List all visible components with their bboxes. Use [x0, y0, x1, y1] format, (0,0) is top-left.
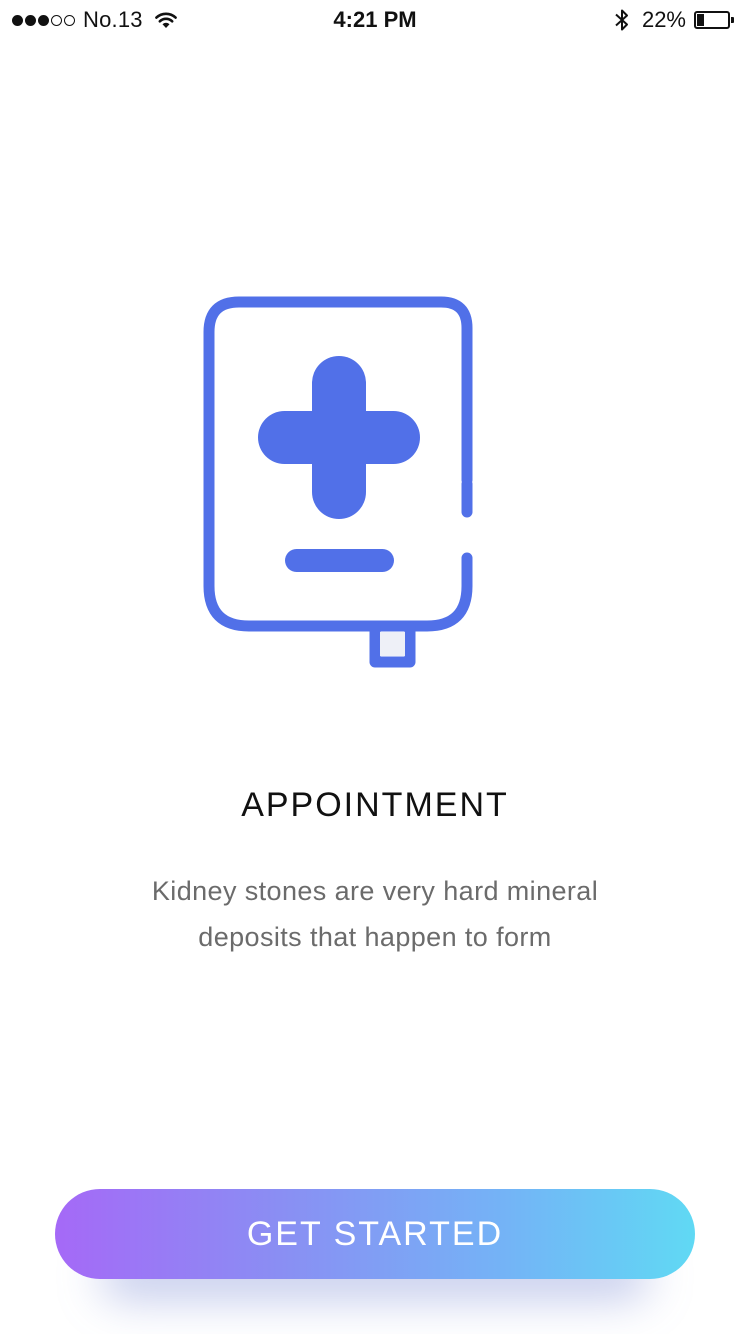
battery-percentage: 22%: [641, 7, 686, 32]
medical-book-illustration: [195, 290, 485, 680]
bluetooth-icon: [615, 9, 628, 31]
onboarding-description: Kidney stones are very hard mineral depo…: [151, 876, 599, 952]
status-bar: No.13 4:21 PM 22%: [0, 0, 750, 40]
battery-icon: [694, 11, 734, 29]
get-started-button[interactable]: GET STARTED: [55, 1189, 695, 1279]
battery-level-fill: [697, 14, 704, 26]
status-right: 22%: [614, 6, 734, 34]
onboarding-title: APPOINTMENT: [241, 786, 509, 824]
medical-book-icon: [203, 296, 473, 668]
